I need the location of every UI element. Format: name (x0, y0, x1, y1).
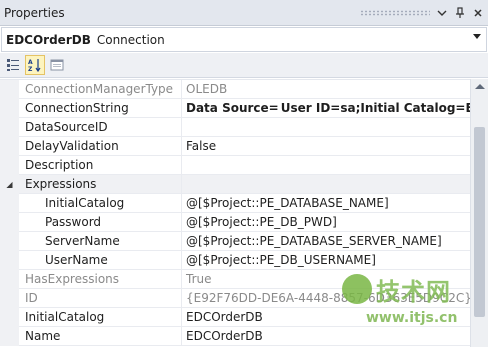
property-row[interactable]: UserName @[$Project::PE_DB_USERNAME] (0, 251, 470, 270)
pin-icon[interactable] (452, 5, 468, 21)
property-name[interactable]: ConnectionString (19, 99, 182, 117)
property-row[interactable]: ID {E92F76DD-DE6A-4448-8857-6D363E5D9C2C} (0, 289, 470, 308)
property-name[interactable]: ServerName (19, 232, 182, 250)
property-name[interactable]: DataSourceID (19, 118, 182, 136)
property-value[interactable]: False (182, 137, 470, 155)
property-value[interactable]: @[$Project::PE_DB_USERNAME] (182, 251, 470, 269)
property-name[interactable]: Expressions (19, 175, 182, 193)
scroll-up-icon[interactable] (475, 84, 485, 89)
value-suffix: User ID=sa;Initial Catalog=EDCOrderDB (280, 101, 470, 115)
property-row[interactable]: Description (0, 156, 470, 175)
property-row[interactable]: DelayValidation False (0, 137, 470, 156)
property-value: OLEDB (186, 82, 228, 96)
object-name: EDCOrderDB (6, 32, 91, 47)
property-value[interactable] (182, 156, 470, 174)
row-gutter (0, 156, 19, 175)
expand-collapse-icon[interactable]: ◢ (0, 175, 19, 194)
alphabetical-icon[interactable]: A Z (25, 55, 45, 75)
property-value[interactable]: EDCOrderDB (182, 327, 470, 345)
property-name[interactable]: Description (19, 156, 182, 174)
row-gutter (0, 99, 19, 118)
row-gutter (0, 327, 19, 346)
property-name[interactable]: Name (19, 327, 182, 345)
property-name[interactable]: HasExpressions (19, 270, 182, 288)
row-gutter (0, 137, 19, 156)
svg-text:A: A (28, 59, 33, 66)
property-row[interactable]: Password @[$Project::PE_DB_PWD] (0, 213, 470, 232)
property-grid: ConnectionManagerType OLEDB ConnectionStri… (0, 79, 470, 347)
scroll-thumb[interactable] (474, 127, 485, 317)
property-row[interactable]: InitialCatalog EDCOrderDB (0, 308, 470, 327)
category-row[interactable]: ◢ Expressions (0, 175, 470, 194)
property-row[interactable]: ConnectionString Data Source= User ID=sa;I… (0, 99, 470, 118)
property-name[interactable]: ID (19, 289, 182, 307)
row-gutter (0, 270, 19, 289)
property-row[interactable]: InitialCatalog @[$Project::PE_DATABASE_NA… (0, 194, 470, 213)
value-prefix: Data Source= (186, 101, 279, 115)
window-title: Properties (4, 5, 65, 20)
title-bar: Properties (0, 0, 488, 26)
row-gutter (0, 289, 19, 308)
property-name[interactable]: DelayValidation (19, 137, 182, 155)
property-row[interactable]: ConnectionManagerType OLEDB (0, 80, 470, 99)
dropdown-arrow-icon[interactable] (473, 34, 481, 39)
object-type: Connection (96, 32, 165, 47)
property-value: {E92F76DD-DE6A-4448-8857-6D363E5D9C2C} (186, 291, 470, 305)
property-value[interactable] (182, 118, 470, 136)
row-gutter (0, 118, 19, 137)
property-row[interactable]: Name EDCOrderDB (0, 327, 470, 346)
row-gutter (0, 213, 19, 232)
row-gutter (0, 251, 19, 270)
property-value[interactable]: @[$Project::PE_DATABASE_SERVER_NAME] (182, 232, 470, 250)
property-name[interactable]: ConnectionManagerType (19, 80, 182, 98)
title-bar-grip[interactable] (360, 5, 432, 21)
property-row[interactable]: DataSourceID (0, 118, 470, 137)
properties-toolbar: A Z (0, 53, 488, 78)
property-name[interactable]: UserName (19, 251, 182, 269)
row-gutter (0, 194, 19, 213)
property-value[interactable] (182, 175, 470, 193)
property-row[interactable]: HasExpressions True (0, 270, 470, 289)
object-selector[interactable]: EDCOrderDB Connection (1, 27, 487, 52)
row-gutter (0, 80, 19, 99)
row-gutter (0, 232, 19, 251)
vertical-scrollbar[interactable] (470, 79, 488, 347)
row-gutter (0, 308, 19, 327)
property-value[interactable]: EDCOrderDB (182, 308, 470, 326)
property-row[interactable]: ServerName @[$Project::PE_DATABASE_SERVER… (0, 232, 470, 251)
svg-text:Z: Z (28, 66, 33, 72)
close-icon[interactable] (470, 5, 486, 21)
properties-window: Properties EDCOrderDB Connection A Z Con… (0, 0, 488, 347)
categorized-icon[interactable] (3, 55, 23, 75)
property-name[interactable]: InitialCatalog (19, 194, 182, 212)
property-value: True (186, 272, 212, 286)
property-value[interactable]: @[$Project::PE_DATABASE_NAME] (182, 194, 470, 212)
property-value[interactable]: Data Source= User ID=sa;Initial Catalog=E… (182, 99, 470, 117)
window-position-icon[interactable] (434, 5, 450, 21)
property-value[interactable]: @[$Project::PE_DB_PWD] (182, 213, 470, 231)
property-pages-icon[interactable] (47, 55, 67, 75)
property-name[interactable]: Password (19, 213, 182, 231)
property-name[interactable]: InitialCatalog (19, 308, 182, 326)
